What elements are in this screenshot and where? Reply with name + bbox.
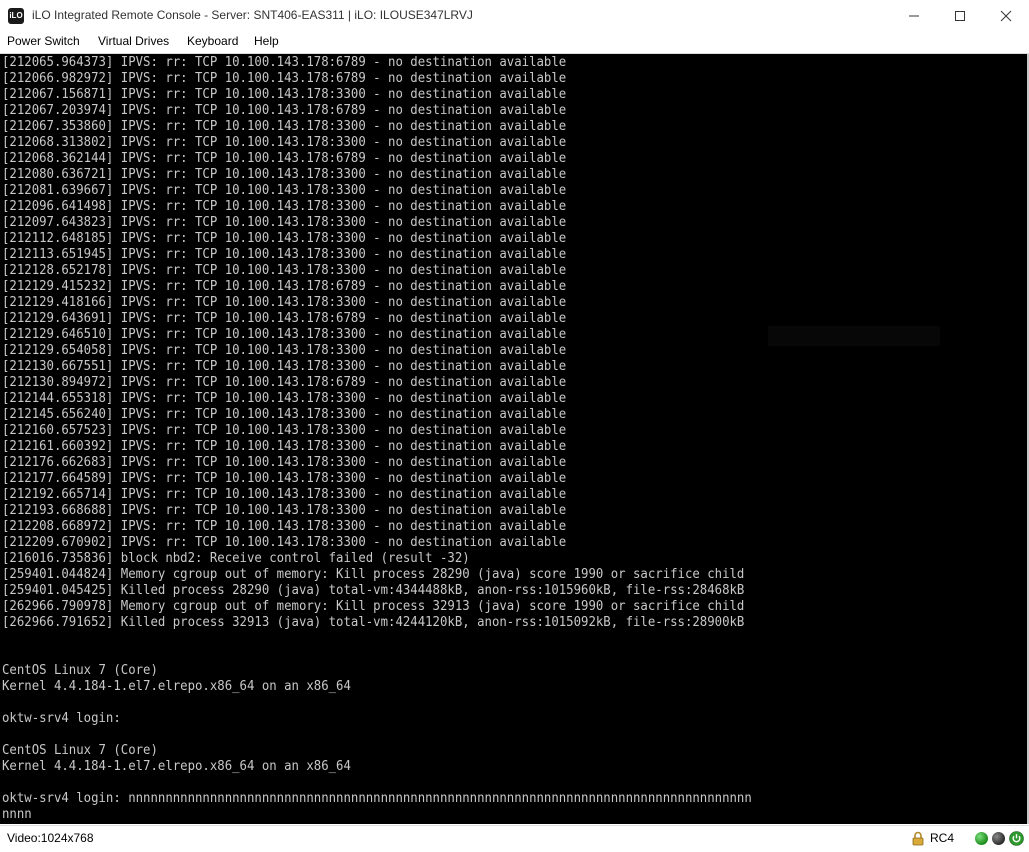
menu-keyboard[interactable]: Keyboard bbox=[187, 34, 238, 48]
console-line: [212097.643823] IPVS: rr: TCP 10.100.143… bbox=[2, 215, 567, 230]
console-line: [212130.667551] IPVS: rr: TCP 10.100.143… bbox=[2, 359, 567, 374]
console-line: Kernel 4.4.184-1.el7.elrepo.x86_64 on an… bbox=[2, 759, 351, 774]
activation-watermark bbox=[768, 326, 940, 346]
console-line: [212177.664589] IPVS: rr: TCP 10.100.143… bbox=[2, 471, 567, 486]
maximize-button[interactable] bbox=[937, 0, 983, 31]
remote-console-screen[interactable]: [212065.964373] IPVS: rr: TCP 10.100.143… bbox=[0, 54, 1029, 824]
status-bar: Video:1024x768 RC4 bbox=[0, 825, 1029, 852]
console-line: [212209.670902] IPVS: rr: TCP 10.100.143… bbox=[2, 535, 567, 550]
console-line: [212068.313802] IPVS: rr: TCP 10.100.143… bbox=[2, 135, 567, 150]
console-output: [212065.964373] IPVS: rr: TCP 10.100.143… bbox=[2, 55, 752, 823]
console-line: [212129.415232] IPVS: rr: TCP 10.100.143… bbox=[2, 279, 567, 294]
console-line: [212129.643691] IPVS: rr: TCP 10.100.143… bbox=[2, 311, 567, 326]
video-resolution: Video:1024x768 bbox=[7, 831, 94, 845]
console-line: [212067.353860] IPVS: rr: TCP 10.100.143… bbox=[2, 119, 567, 134]
console-line: [212113.651945] IPVS: rr: TCP 10.100.143… bbox=[2, 247, 567, 262]
window-title: iLO Integrated Remote Console - Server: … bbox=[32, 8, 473, 22]
console-line: oktw-srv4 login: nnnnnnnnnnnnnnnnnnnnnnn… bbox=[2, 791, 752, 806]
encryption-status: RC4 bbox=[930, 831, 955, 845]
console-line: [212081.639667] IPVS: rr: TCP 10.100.143… bbox=[2, 183, 567, 198]
power-icon[interactable] bbox=[1009, 831, 1024, 846]
menu-power-switch[interactable]: Power Switch bbox=[7, 34, 80, 48]
console-line: [212192.665714] IPVS: rr: TCP 10.100.143… bbox=[2, 487, 567, 502]
console-line: [262966.790978] Memory cgroup out of mem… bbox=[2, 599, 745, 614]
menu-virtual-drives[interactable]: Virtual Drives bbox=[98, 34, 169, 48]
lock-icon bbox=[912, 831, 924, 846]
console-line: Kernel 4.4.184-1.el7.elrepo.x86_64 on an… bbox=[2, 679, 351, 694]
console-line: [212160.657523] IPVS: rr: TCP 10.100.143… bbox=[2, 423, 567, 438]
menu-bar: Power Switch Virtual Drives Keyboard Hel… bbox=[0, 31, 1029, 54]
idle-led-icon bbox=[992, 832, 1005, 845]
close-icon bbox=[1000, 10, 1012, 21]
console-line: [212129.646510] IPVS: rr: TCP 10.100.143… bbox=[2, 327, 567, 342]
console-line: [212193.668688] IPVS: rr: TCP 10.100.143… bbox=[2, 503, 567, 518]
console-line: [262966.791652] Killed process 32913 (ja… bbox=[2, 615, 745, 630]
minimize-icon bbox=[909, 15, 919, 16]
console-line: CentOS Linux 7 (Core) bbox=[2, 743, 158, 758]
console-line: [216016.735836] block nbd2: Receive cont… bbox=[2, 551, 470, 566]
console-line: [212130.894972] IPVS: rr: TCP 10.100.143… bbox=[2, 375, 567, 390]
console-line: [212096.641498] IPVS: rr: TCP 10.100.143… bbox=[2, 199, 567, 214]
menu-help[interactable]: Help bbox=[254, 34, 279, 48]
close-button[interactable] bbox=[983, 0, 1029, 31]
console-line: [212066.982972] IPVS: rr: TCP 10.100.143… bbox=[2, 71, 567, 86]
activity-led-icon bbox=[975, 832, 988, 845]
console-line: [212129.418166] IPVS: rr: TCP 10.100.143… bbox=[2, 295, 567, 310]
console-line: [212176.662683] IPVS: rr: TCP 10.100.143… bbox=[2, 455, 567, 470]
title-bar[interactable]: iLO iLO Integrated Remote Console - Serv… bbox=[0, 0, 1029, 31]
console-line: oktw-srv4 login: bbox=[2, 711, 121, 726]
console-line: [259401.045425] Killed process 28290 (ja… bbox=[2, 583, 745, 598]
console-line: [259401.044824] Memory cgroup out of mem… bbox=[2, 567, 745, 582]
console-line: CentOS Linux 7 (Core) bbox=[2, 663, 158, 678]
maximize-icon bbox=[955, 10, 965, 21]
console-line: [212145.656240] IPVS: rr: TCP 10.100.143… bbox=[2, 407, 567, 422]
console-line: [212129.654058] IPVS: rr: TCP 10.100.143… bbox=[2, 343, 567, 358]
console-line: [212067.203974] IPVS: rr: TCP 10.100.143… bbox=[2, 103, 567, 118]
console-line: [212144.655318] IPVS: rr: TCP 10.100.143… bbox=[2, 391, 567, 406]
console-line: [212067.156871] IPVS: rr: TCP 10.100.143… bbox=[2, 87, 567, 102]
console-line: [212080.636721] IPVS: rr: TCP 10.100.143… bbox=[2, 167, 567, 182]
console-line: [212128.652178] IPVS: rr: TCP 10.100.143… bbox=[2, 263, 567, 278]
console-line: [212068.362144] IPVS: rr: TCP 10.100.143… bbox=[2, 151, 567, 166]
console-line: [212112.648185] IPVS: rr: TCP 10.100.143… bbox=[2, 231, 567, 246]
ilo-app-icon: iLO bbox=[8, 8, 24, 24]
console-line: [212208.668972] IPVS: rr: TCP 10.100.143… bbox=[2, 519, 567, 534]
minimize-button[interactable] bbox=[891, 0, 937, 31]
console-line: [212161.660392] IPVS: rr: TCP 10.100.143… bbox=[2, 439, 567, 454]
console-line: [212065.964373] IPVS: rr: TCP 10.100.143… bbox=[2, 55, 567, 70]
console-line: nnnn bbox=[2, 807, 32, 822]
